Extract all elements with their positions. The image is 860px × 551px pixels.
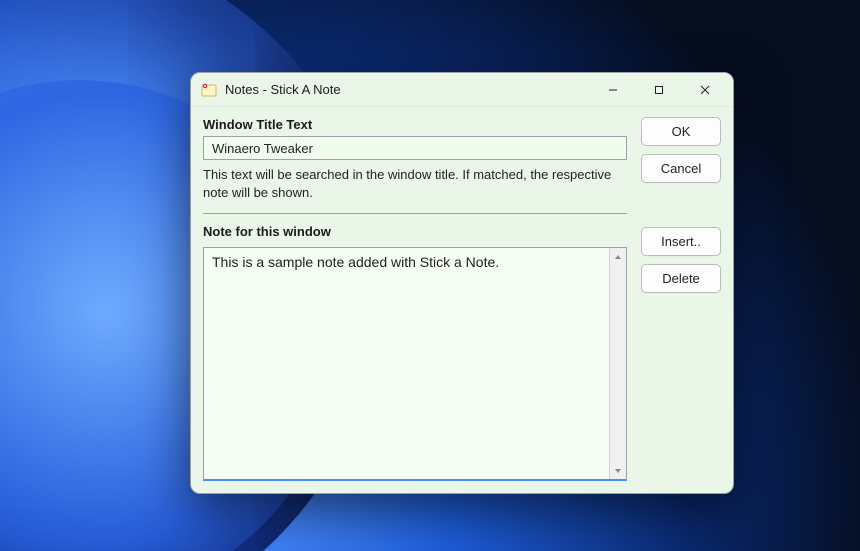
spacer xyxy=(641,191,721,219)
app-icon xyxy=(201,82,217,98)
note-textarea-container xyxy=(203,247,627,481)
divider xyxy=(203,213,627,214)
window-title-text-label: Window Title Text xyxy=(203,117,627,132)
note-label: Note for this window xyxy=(203,224,627,239)
minimize-button[interactable] xyxy=(591,76,635,104)
dialog-client-area: Window Title Text This text will be sear… xyxy=(191,107,733,493)
ok-button[interactable]: OK xyxy=(641,117,721,146)
vertical-scrollbar[interactable] xyxy=(609,248,626,479)
cancel-button[interactable]: Cancel xyxy=(641,154,721,183)
insert-button[interactable]: Insert.. xyxy=(641,227,721,256)
button-column: OK Cancel Insert.. Delete xyxy=(641,117,721,481)
window-controls xyxy=(591,76,727,104)
window-title-help-text: This text will be searched in the window… xyxy=(203,166,627,201)
window-title-input[interactable] xyxy=(203,136,627,160)
dialog-window: Notes - Stick A Note Window Title Text T… xyxy=(190,72,734,494)
delete-button[interactable]: Delete xyxy=(641,264,721,293)
maximize-button[interactable] xyxy=(637,76,681,104)
window-title: Notes - Stick A Note xyxy=(225,82,591,97)
close-button[interactable] xyxy=(683,76,727,104)
titlebar[interactable]: Notes - Stick A Note xyxy=(191,73,733,107)
scroll-down-icon[interactable] xyxy=(610,462,626,479)
note-textarea[interactable] xyxy=(204,248,609,479)
scroll-up-icon[interactable] xyxy=(610,248,626,265)
form-area: Window Title Text This text will be sear… xyxy=(203,117,627,481)
